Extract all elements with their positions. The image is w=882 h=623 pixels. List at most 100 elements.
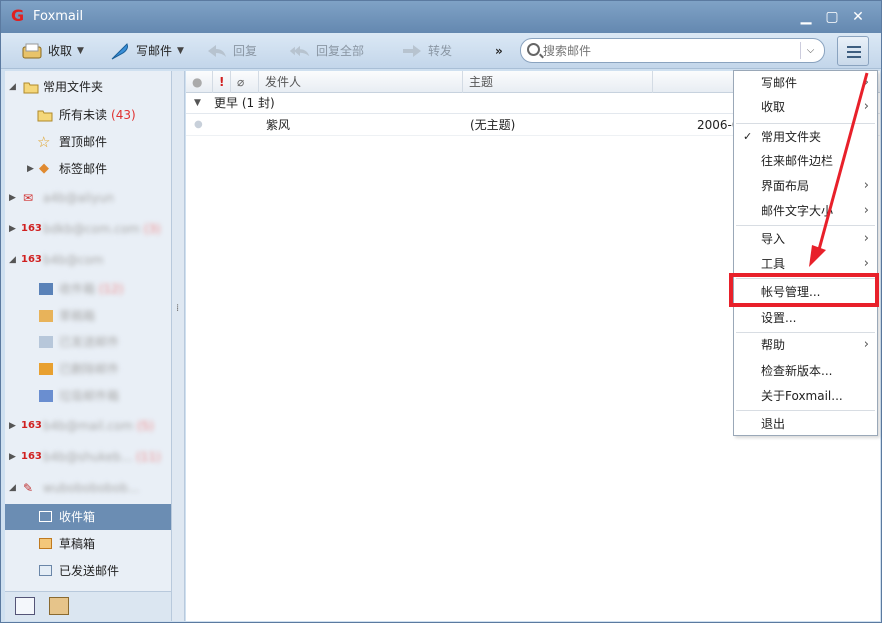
account-label: a4b@aliyun xyxy=(43,185,114,211)
read-status-column-icon[interactable]: ● xyxy=(186,71,212,93)
expand-triangle-icon[interactable]: ◢ xyxy=(9,475,16,501)
search-options-chevron-icon[interactable]: ⌵ xyxy=(800,42,820,59)
menu-item-help[interactable]: 帮助› xyxy=(734,333,877,357)
chevron-right-icon: › xyxy=(864,95,869,119)
unread-count: (3) xyxy=(144,222,161,236)
sent-icon xyxy=(39,336,53,348)
priority-column-icon[interactable]: ! xyxy=(212,71,230,93)
mail-view-icon[interactable] xyxy=(15,597,35,615)
folder-label: 收件箱 xyxy=(59,282,95,296)
maximize-icon[interactable]: ▢ xyxy=(823,9,841,25)
more-toolbar-button[interactable]: » xyxy=(495,39,503,63)
menu-label: 界面布局 xyxy=(761,179,809,193)
expand-triangle-icon[interactable]: ◢ xyxy=(9,247,16,273)
account-2[interactable]: ▶ 163 bdkb@com.com (3) xyxy=(5,216,171,242)
inbox-icon xyxy=(39,511,52,522)
acc3-sent[interactable]: 已发送邮件 xyxy=(5,329,171,355)
collapsed-triangle-icon[interactable]: ▶ xyxy=(9,185,16,211)
pane-splitter[interactable]: ⁞ xyxy=(171,71,185,621)
chevron-right-icon: › xyxy=(864,333,869,357)
account-5[interactable]: ▶ 163 b4b@shukeb... (11) xyxy=(5,444,171,470)
main-dropdown-menu: 写邮件› 收取› ✓常用文件夹 往来邮件边栏 界面布局› 邮件文字大小› 导入›… xyxy=(733,70,878,436)
mail-subject: (无主题) xyxy=(470,114,515,136)
menu-list-icon-line xyxy=(847,51,861,53)
acc3-junk[interactable]: 垃圾邮件箱 xyxy=(5,383,171,409)
folder-label: 已发送邮件 xyxy=(59,558,119,584)
collapsed-triangle-icon[interactable]: ▶ xyxy=(27,156,34,182)
menu-label: 邮件文字大小 xyxy=(761,204,833,218)
folder-icon xyxy=(23,80,39,94)
search-input[interactable] xyxy=(543,42,793,59)
menu-item-receive[interactable]: 收取› xyxy=(734,95,877,119)
folder-label: 草稿箱 xyxy=(59,531,95,557)
menu-item-font-size[interactable]: 邮件文字大小 › xyxy=(734,199,877,223)
drafts-folder[interactable]: 草稿箱 xyxy=(5,531,171,557)
account-label: b4b@com xyxy=(43,247,104,273)
expand-triangle-icon[interactable]: ▼ xyxy=(194,93,201,114)
feather-pen-icon xyxy=(109,41,131,61)
group-label: 更早 (1 封) xyxy=(214,93,275,114)
folder-common[interactable]: ◢ 常用文件夹 xyxy=(5,74,171,100)
window-title: Foxmail xyxy=(33,9,83,24)
menu-separator xyxy=(736,123,875,124)
forward-arrow-icon xyxy=(401,41,423,61)
minimize-icon[interactable]: ▁ xyxy=(797,9,815,25)
sender-column-header[interactable]: 发件人 xyxy=(258,71,462,93)
menu-item-compose[interactable]: 写邮件› xyxy=(734,71,877,95)
collapsed-triangle-icon[interactable]: ▶ xyxy=(9,413,16,439)
menu-item-common-folder[interactable]: ✓常用文件夹 xyxy=(734,125,877,149)
reply-all-button[interactable]: 回复全部 xyxy=(289,39,364,63)
menu-item-about[interactable]: 关于Foxmail... xyxy=(734,384,877,408)
unread-count: (5) xyxy=(137,419,154,433)
menu-label: 检查新版本... xyxy=(761,364,832,378)
folder-label: 草稿箱 xyxy=(59,303,95,329)
receive-button[interactable]: 收取 ▼ xyxy=(21,39,84,63)
reply-all-arrow-icon xyxy=(289,41,311,61)
expand-triangle-icon[interactable]: ◢ xyxy=(9,74,16,100)
menu-item-import[interactable]: 导入› xyxy=(734,227,877,251)
forward-button[interactable]: 转发 xyxy=(401,39,452,63)
reply-label: 回复 xyxy=(233,39,257,63)
reply-button[interactable]: 回复 xyxy=(206,39,257,63)
contacts-icon[interactable] xyxy=(49,597,69,615)
subject-column-header[interactable]: 主题 xyxy=(462,71,652,93)
sent-folder[interactable]: 已发送邮件 xyxy=(5,558,171,584)
annotation-highlight-box xyxy=(729,273,879,307)
compose-button[interactable]: 写邮件 ▼ xyxy=(109,39,184,63)
folder-label: 所有未读 xyxy=(59,108,107,122)
search-icon xyxy=(527,43,540,56)
netease-163-icon: 163 xyxy=(21,216,42,242)
menu-item-layout[interactable]: 界面布局› xyxy=(734,174,877,198)
account-3[interactable]: ◢ 163 b4b@com xyxy=(5,247,171,273)
chevron-right-icon: › xyxy=(864,199,869,223)
menu-item-exit[interactable]: 退出 xyxy=(734,412,877,436)
collapsed-triangle-icon[interactable]: ▶ xyxy=(9,444,16,470)
account-4[interactable]: ▶ 163 b4b@mail.com (5) xyxy=(5,413,171,439)
menu-item-sidebar-contacts[interactable]: 往来邮件边栏 xyxy=(734,149,877,173)
acc3-deleted[interactable]: 已删除邮件 xyxy=(5,356,171,382)
close-icon[interactable]: ✕ xyxy=(849,9,867,25)
folder-pinned[interactable]: ☆ 置顶邮件 xyxy=(5,129,171,155)
inbox-folder[interactable]: 收件箱 xyxy=(5,504,171,530)
attachment-column-icon[interactable]: ⌀ xyxy=(230,71,258,93)
menu-item-settings[interactable]: 设置... xyxy=(734,306,877,330)
drafts-icon xyxy=(39,538,52,549)
account-1[interactable]: ▶ ✉ a4b@aliyun xyxy=(5,185,171,211)
folder-label: 收件箱 xyxy=(59,504,95,530)
folder-label: 常用文件夹 xyxy=(43,74,103,100)
menu-label: 导入 xyxy=(761,232,785,246)
unread-count: (12) xyxy=(99,282,124,296)
folder-label: 已发送邮件 xyxy=(59,329,119,355)
folder-tagged[interactable]: ▶ ◆ 标签邮件 xyxy=(5,156,171,182)
acc3-inbox[interactable]: 收件箱 (12) xyxy=(5,276,171,302)
main-menu-button[interactable] xyxy=(837,36,869,66)
menu-label: 写邮件 xyxy=(761,76,797,90)
acc3-drafts[interactable]: 草稿箱 xyxy=(5,303,171,329)
account-6[interactable]: ◢ ✎ wubobobobob... xyxy=(5,475,171,501)
folder-label: 标签邮件 xyxy=(59,156,107,182)
collapsed-triangle-icon[interactable]: ▶ xyxy=(9,216,16,242)
folder-all-unread[interactable]: 所有未读(43) xyxy=(5,102,171,128)
main-toolbar: 收取 ▼ 写邮件 ▼ 回复 回复全部 转发 » ⌵ xyxy=(1,33,881,69)
netease-163-icon: 163 xyxy=(21,413,42,439)
menu-item-check-update[interactable]: 检查新版本... xyxy=(734,359,877,383)
